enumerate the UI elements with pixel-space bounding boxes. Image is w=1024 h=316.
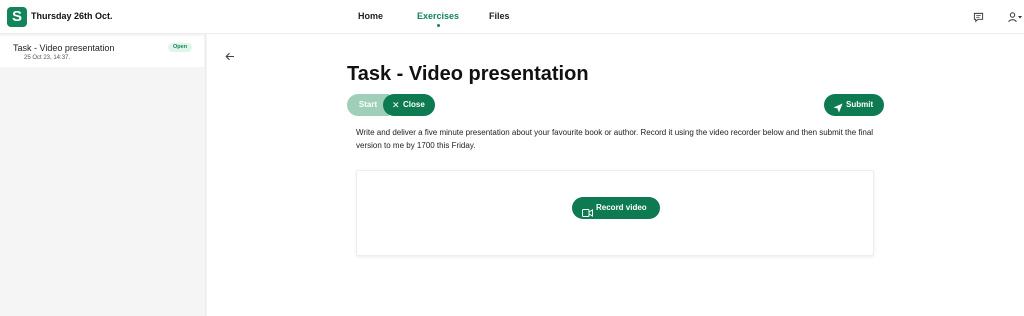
sidebar-item-date: 25 Oct 23, 14:37.	[24, 55, 71, 61]
nav-files[interactable]: Files	[489, 11, 510, 21]
record-video-label: Record video	[596, 203, 647, 212]
sidebar-item-task[interactable]: Task - Video presentation 25 Oct 23, 14:…	[0, 36, 204, 67]
user-menu-icon[interactable]	[1008, 10, 1022, 28]
nav-home[interactable]: Home	[358, 11, 383, 21]
task-description: Write and deliver a five minute presenta…	[356, 128, 874, 150]
video-recorder-panel: Record video	[356, 170, 874, 256]
submit-button[interactable]: Submit	[824, 94, 884, 116]
sidebar: Task - Video presentation 25 Oct 23, 14:…	[0, 34, 206, 316]
close-icon: ✕	[392, 100, 400, 110]
record-video-button[interactable]: Record video	[572, 197, 660, 219]
back-arrow-icon[interactable]	[225, 48, 235, 66]
send-icon	[833, 100, 843, 122]
main-content: Task - Video presentation Start ✕ Close …	[207, 34, 1024, 316]
nav-exercises[interactable]: Exercises	[417, 11, 460, 27]
video-camera-icon	[582, 204, 593, 226]
status-badge: Open	[168, 43, 193, 52]
nav-exercises-label: Exercises	[417, 11, 460, 21]
active-indicator	[437, 24, 441, 27]
submit-button-label: Submit	[846, 100, 874, 109]
close-button[interactable]: ✕ Close	[383, 94, 435, 116]
close-button-label: Close	[403, 100, 425, 109]
app-logo[interactable]: S	[7, 7, 27, 27]
sidebar-item-title: Task - Video presentation	[13, 43, 115, 53]
page-title: Task - Video presentation	[347, 63, 589, 85]
chat-icon[interactable]	[973, 10, 984, 28]
top-bar: S Thursday 26th Oct. Home Exercises File…	[0, 0, 1024, 34]
current-date: Thursday 26th Oct.	[31, 11, 113, 21]
